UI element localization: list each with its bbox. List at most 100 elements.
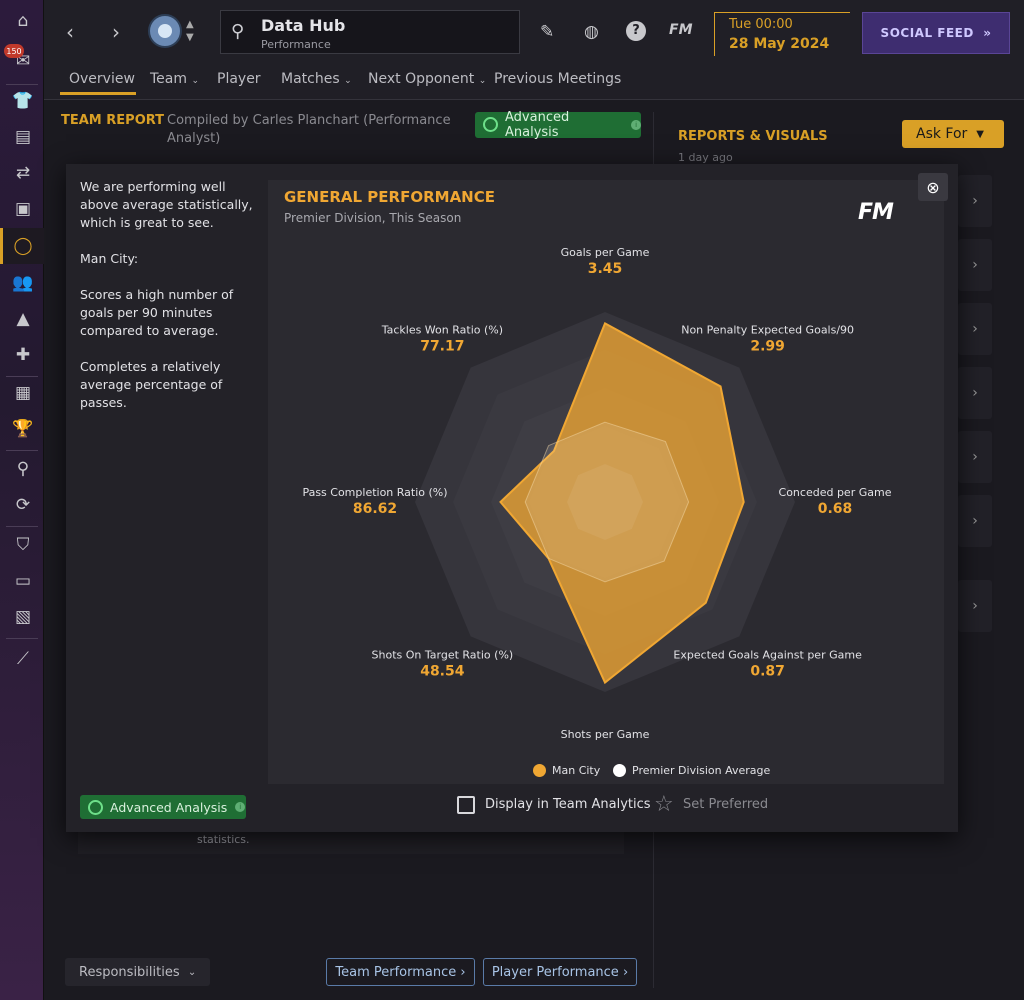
axis-label-group: Non Penalty Expected Goals/90 2.99	[681, 323, 854, 354]
player-performance-label: Player Performance	[491, 964, 619, 980]
chevron-down-icon: ▼	[976, 128, 984, 140]
report-card[interactable]: ›	[958, 367, 992, 419]
legend-item-league-average: Premier Division Average	[613, 764, 770, 777]
active-tab-indicator	[60, 92, 136, 95]
home-icon[interactable]: ⌂	[12, 10, 34, 32]
team-report-heading: TEAM REPORT	[61, 113, 165, 128]
search-icon[interactable]: ⚲	[12, 458, 34, 480]
data-hub-icon[interactable]: ◯	[12, 235, 34, 257]
schedule-icon[interactable]: ▦	[12, 382, 34, 404]
responsibilities-button[interactable]: Responsibilities ⌄	[65, 958, 210, 986]
radar-chart-panel: GENERAL PERFORMANCE Premier Division, Th…	[268, 180, 944, 784]
date-day: 28 May 2024	[729, 36, 830, 52]
advanced-analysis-badge[interactable]: Advanced Analysis i	[80, 795, 246, 819]
axis-value: 0.87	[750, 664, 785, 680]
social-feed-label: SOCIAL FEED	[880, 26, 974, 40]
squad-icon[interactable]: 👕	[12, 90, 34, 112]
contracts-icon[interactable]: ▧	[12, 606, 34, 628]
team-performance-button[interactable]: Team Performance ›	[326, 958, 475, 986]
legend-label: Premier Division Average	[632, 764, 771, 777]
tab-overview[interactable]: Overview	[69, 71, 135, 87]
series-league-average-core	[567, 464, 643, 540]
set-preferred-label[interactable]: Set Preferred	[683, 797, 768, 812]
inbox-badge: 150	[4, 44, 24, 58]
fm-icon[interactable]: FM	[669, 22, 693, 38]
radar-chart: Goals per Game 3.45 Non Penalty Expected G…	[302, 246, 891, 740]
chevron-down-icon: ⌄	[191, 76, 200, 86]
help-icon[interactable]: ?	[626, 21, 646, 41]
training-icon[interactable]: ▣	[12, 198, 34, 220]
scouting-icon[interactable]: ▲	[12, 308, 34, 330]
tab-next-opponent[interactable]: Next Opponent ⌄	[368, 71, 486, 87]
tactics-icon[interactable]: ▤	[12, 126, 34, 148]
world-icon[interactable]: ◍	[584, 22, 599, 42]
ask-for-label: Ask For	[916, 126, 968, 142]
chevron-down-icon: ⌄	[344, 76, 352, 86]
axis-label-group: Goals per Game 3.45	[561, 246, 650, 277]
club-icon[interactable]: ⛉	[12, 534, 34, 556]
sync-icon[interactable]: ⟳	[12, 494, 34, 516]
player-performance-button[interactable]: Player Performance ›	[483, 958, 637, 986]
display-in-team-analytics-label[interactable]: Display in Team Analytics	[485, 797, 651, 812]
rail-divider	[6, 638, 38, 639]
star-icon[interactable]: ☆	[654, 792, 674, 817]
report-card[interactable]: ›	[958, 580, 992, 632]
axis-label: Expected Goals Against per Game	[673, 649, 862, 662]
axis-label-group: Tackles Won Ratio (%) 77.17	[381, 323, 503, 354]
tab-matches[interactable]: Matches ⌄	[281, 71, 352, 87]
social-feed-button[interactable]: SOCIAL FEED »	[862, 12, 1010, 54]
ask-for-button[interactable]: Ask For ▼	[902, 120, 1004, 148]
axis-value: 3.45	[588, 261, 623, 277]
stats-icon[interactable]: ⟋	[12, 648, 34, 670]
axis-label-group: Expected Goals Against per Game 0.87	[673, 649, 862, 680]
axis-value: 77.17	[420, 338, 464, 354]
back-icon[interactable]: ‹	[66, 20, 74, 44]
axis-value: 86.62	[353, 501, 397, 517]
tab-next-opponent-label: Next Opponent	[368, 71, 475, 87]
axis-value: 48.54	[420, 664, 465, 680]
left-nav-rail: ⌂ ✉ 150 👕 ▤ ⇄ ▣ ◯ 👥 ▲ ✚ ▦ 🏆 ⚲ ⟳ ⛉ ▭ ▧ ⟋	[0, 0, 44, 1000]
analysis-icon	[483, 117, 498, 132]
axis-label: Shots On Target Ratio (%)	[372, 649, 514, 662]
tab-player[interactable]: Player	[217, 71, 261, 87]
legend-swatch	[533, 764, 546, 777]
transfers-icon[interactable]: ⇄	[12, 162, 34, 184]
report-card[interactable]: ›	[958, 303, 992, 355]
summary-paragraph: We are performing well above average sta…	[80, 179, 253, 230]
report-card[interactable]: ›	[958, 431, 992, 483]
advanced-analysis-label: Advanced Analysis	[505, 110, 570, 140]
forward-icon[interactable]: ›	[112, 20, 120, 44]
info-icon: i	[631, 120, 641, 130]
tab-previous-meetings[interactable]: Previous Meetings	[494, 71, 621, 87]
advanced-analysis-badge[interactable]: Advanced Analysis i	[475, 110, 641, 140]
report-card[interactable]: ›	[958, 175, 992, 227]
tab-team[interactable]: Team ⌄	[150, 71, 199, 87]
compiled-by: Compiled by Carles Planchart (Performanc…	[167, 113, 451, 146]
display-in-team-analytics-checkbox[interactable]	[457, 796, 475, 814]
club-switcher-arrows-icon[interactable]: ▲ ▼	[186, 18, 194, 44]
axis-label: Tackles Won Ratio (%)	[381, 323, 503, 336]
analysis-summary: We are performing well above average sta…	[80, 178, 266, 430]
game-date[interactable]: Tue 00:00 28 May 2024	[714, 12, 850, 56]
club-crest-icon[interactable]	[148, 14, 182, 48]
report-card[interactable]: ›	[958, 495, 992, 547]
top-bar: ‹ › ▲ ▼ ⚲ Data Hub Performance ✎ ◍ ? FM T…	[44, 0, 1024, 62]
rail-divider	[6, 84, 38, 85]
page-search-box[interactable]: ⚲ Data Hub Performance	[220, 10, 520, 54]
staff-icon[interactable]: 👥	[12, 272, 34, 294]
medical-icon[interactable]: ✚	[12, 344, 34, 366]
rail-divider	[6, 450, 38, 451]
edit-icon[interactable]: ✎	[540, 22, 554, 42]
report-card[interactable]: ›	[958, 239, 992, 291]
responsibilities-label: Responsibilities	[79, 964, 180, 980]
competitions-icon[interactable]: 🏆	[12, 418, 34, 440]
summary-paragraph: Completes a relatively average percentag…	[80, 359, 223, 410]
chevron-down-icon: ⌄	[478, 76, 487, 86]
legend-label: Man City	[552, 764, 601, 777]
finances-icon[interactable]: ▭	[12, 570, 34, 592]
close-button[interactable]: ⊗	[918, 173, 948, 201]
tab-team-label: Team	[150, 71, 188, 87]
general-performance-modal: We are performing well above average sta…	[66, 164, 958, 832]
sub-nav-tabs: Overview Team ⌄ Player Matches ⌄ Next Op…	[44, 62, 1024, 100]
close-icon: ⊗	[926, 177, 940, 197]
